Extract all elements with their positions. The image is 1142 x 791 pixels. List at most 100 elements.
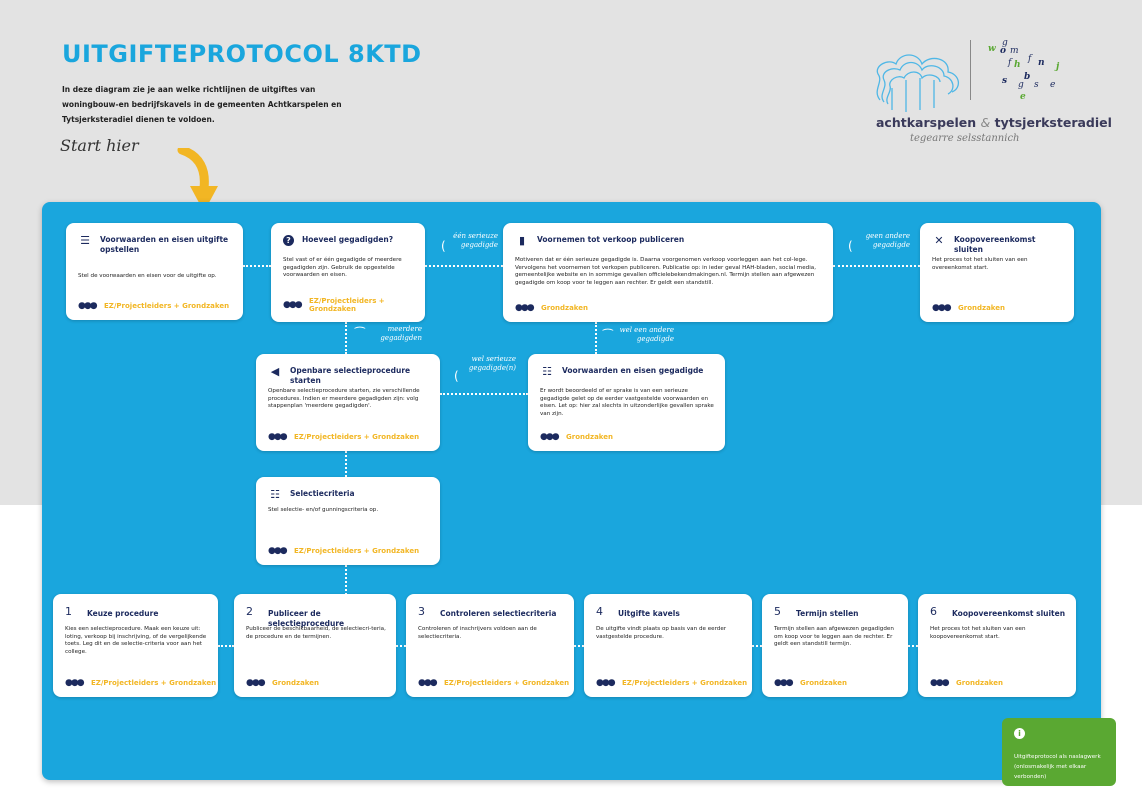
card-owner: EZ/Projectleiders + Grondzaken [294, 433, 420, 441]
step-card-1: 1 Keuze procedure Kies een selectieproced… [53, 594, 218, 697]
people-icon: ●●● [268, 432, 288, 442]
logo-letter: f [1028, 54, 1032, 64]
question-icon: ? [283, 235, 294, 246]
step-title: Termijn stellen [796, 609, 859, 618]
cloud-lines-logo [876, 54, 959, 112]
logo-amp: & [980, 115, 991, 130]
info-icon: i [1014, 728, 1025, 739]
card-body: Stel selectie- en/of gunningscriteria op… [268, 507, 379, 513]
logo-letter: s [1002, 76, 1008, 86]
step-card-2: 2 Publiceer de selectieprocedure Publicee… [234, 594, 396, 697]
step-card-5: 5 Termijn stellen Termijn stellen aan afg… [762, 594, 908, 697]
step-card-4: 4 Uitgifte kavels De uitgifte vindt plaat… [584, 594, 752, 697]
step-number: 4 [596, 605, 603, 618]
logo-letter: n [1038, 58, 1045, 68]
card-hoeveel-gegadigden: ? Hoeveel gegadigden? Stel vast of er één… [271, 223, 425, 322]
logo-letter: e [1020, 92, 1026, 102]
brace-geen-andere: ( [848, 239, 853, 253]
people-icon: ●●● [78, 301, 98, 311]
label-wel-een-andere: wel een andere gegadigde [619, 326, 674, 343]
logo-letter: f [1008, 58, 1012, 68]
card-voorwaarden-gegadigde: ☷ Voorwaarden en eisen gegadigde Er wordt… [528, 354, 725, 451]
page-title: UITGIFTEPROTOCOL 8KTD [62, 40, 422, 68]
card-voorwaarden-opstellen: ☰ Voorwaarden en eisen uitgifte opstellen… [66, 223, 243, 320]
step-title: Uitgifte kavels [618, 609, 680, 618]
intro-text: In deze diagram zie je aan welke richtli… [62, 85, 342, 124]
step-number: 1 [65, 605, 72, 618]
card-owner: EZ/Projectleiders + Grondzaken [104, 302, 230, 310]
card-title: Koopovereenkomst sluiten [954, 235, 1036, 254]
connector-s5-s6 [908, 645, 918, 647]
people-icon: ●●● [932, 303, 952, 313]
people-icon: ●●● [268, 546, 288, 556]
step-title: Controleren selectiecriteria [440, 609, 557, 618]
step-title: Keuze procedure [87, 609, 159, 618]
people-icon: ●●● [283, 300, 303, 310]
connector-c2-c5 [345, 322, 347, 354]
step-title: Koopovereenkomst sluiten [952, 609, 1066, 618]
step-number: 2 [246, 605, 253, 618]
connector-c2-c3 [425, 265, 503, 267]
logo-wordmark: achtkarspelen & tytsjerksteradiel [876, 115, 1112, 130]
checklist-icon: ☷ [542, 365, 552, 378]
document-icon: ▮ [518, 234, 526, 247]
step-owner: EZ/Projectleiders + Grondzaken [91, 679, 217, 687]
step-body: Controleren of inschrijvers voldoen aan … [418, 626, 537, 640]
card-body: Openbare selectieprocedure starten, zie … [268, 388, 420, 409]
card-selectiecriteria: ☷ Selectiecriteria Stel selectie- en/of g… [256, 477, 440, 565]
card-title: Voorwaarden en eisen uitgifte opstellen [100, 235, 229, 254]
logo-tagline: tegearre selsstannich [910, 133, 1020, 144]
connector-c1-c2 [243, 265, 271, 267]
label-meerdere: meerdere gegadigden [380, 325, 422, 342]
card-owner: EZ/Projectleiders + Grondzaken [294, 547, 420, 555]
logo-divider [970, 40, 971, 100]
logo-letter: g [1018, 80, 1024, 90]
card-body: Er wordt beoordeeld of er sprake is van … [540, 388, 714, 417]
logo-letter: e [1050, 80, 1056, 90]
logo-letters: w g o m f h f n j s b g s e e [982, 38, 1092, 108]
step-card-6: 6 Koopovereenkomst sluiten Het proces tot… [918, 594, 1076, 697]
megaphone-icon: ◀ [270, 365, 280, 378]
card-owner: Grondzaken [541, 304, 588, 312]
label-een-serieuze: één serieuze gegadigde [453, 232, 498, 249]
people-icon: ●●● [515, 303, 535, 313]
people-icon: ●●● [246, 678, 266, 688]
step-number: 5 [774, 605, 781, 618]
connector-s4-s5 [752, 645, 762, 647]
checklist-icon: ☷ [270, 488, 280, 501]
logo-letter: h [1014, 60, 1021, 70]
connector-s1-s2 [218, 645, 234, 647]
logo-letter: j [1056, 62, 1060, 72]
step-body: Publiceer de beschikbaarheid, de selecti… [246, 626, 386, 640]
close-icon: ✕ [934, 234, 944, 247]
people-icon: ●●● [596, 678, 616, 688]
step-owner: Grondzaken [956, 679, 1003, 687]
logo-letter: s [1034, 80, 1039, 90]
connector-c3-c4 [833, 265, 920, 267]
card-owner: Grondzaken [566, 433, 613, 441]
card-body: Motiveren dat er één serieuze gegadigde … [515, 257, 816, 286]
info-box: i Uitgifteprotocol als naslagwerk (onlos… [1002, 718, 1116, 786]
brace-wel-een-andere: ⁀ [603, 329, 613, 343]
connector-c7-steps [345, 565, 347, 595]
label-wel-serieuze: wel serieuze gegadigde(n) [468, 355, 516, 372]
people-icon: ●●● [930, 678, 950, 688]
card-owner: Grondzaken [958, 304, 1005, 312]
people-icon: ●●● [540, 432, 560, 442]
card-openbare-selectieprocedure: ◀ Openbare selectieprocedure starten Open… [256, 354, 440, 451]
people-icon: ●●● [65, 678, 85, 688]
card-title: Openbare selectieprocedure starten [290, 366, 411, 385]
card-voornemen-publiceren: ▮ Voornemen tot verkoop publiceren Motive… [503, 223, 833, 322]
step-body: Termijn stellen aan afgewezen gegadigden… [774, 626, 894, 647]
brace-wel-serieuze: ( [454, 369, 459, 383]
step-number: 6 [930, 605, 937, 618]
brace-een-serieuze: ( [441, 239, 446, 253]
card-title: Voorwaarden en eisen gegadigde [562, 366, 704, 375]
step-body: Het proces tot het sluiten van een koopo… [930, 626, 1026, 640]
logo-letter: b [1024, 72, 1031, 82]
card-body: Het proces tot het sluiten van een overe… [932, 257, 1028, 271]
step-card-3: 3 Controleren selectiecriteria Controlere… [406, 594, 574, 697]
step-owner: EZ/Projectleiders + Grondzaken [444, 679, 570, 687]
connector-s2-s3 [396, 645, 406, 647]
step-body: Kies een selectieprocedure. Maak een keu… [65, 626, 207, 655]
